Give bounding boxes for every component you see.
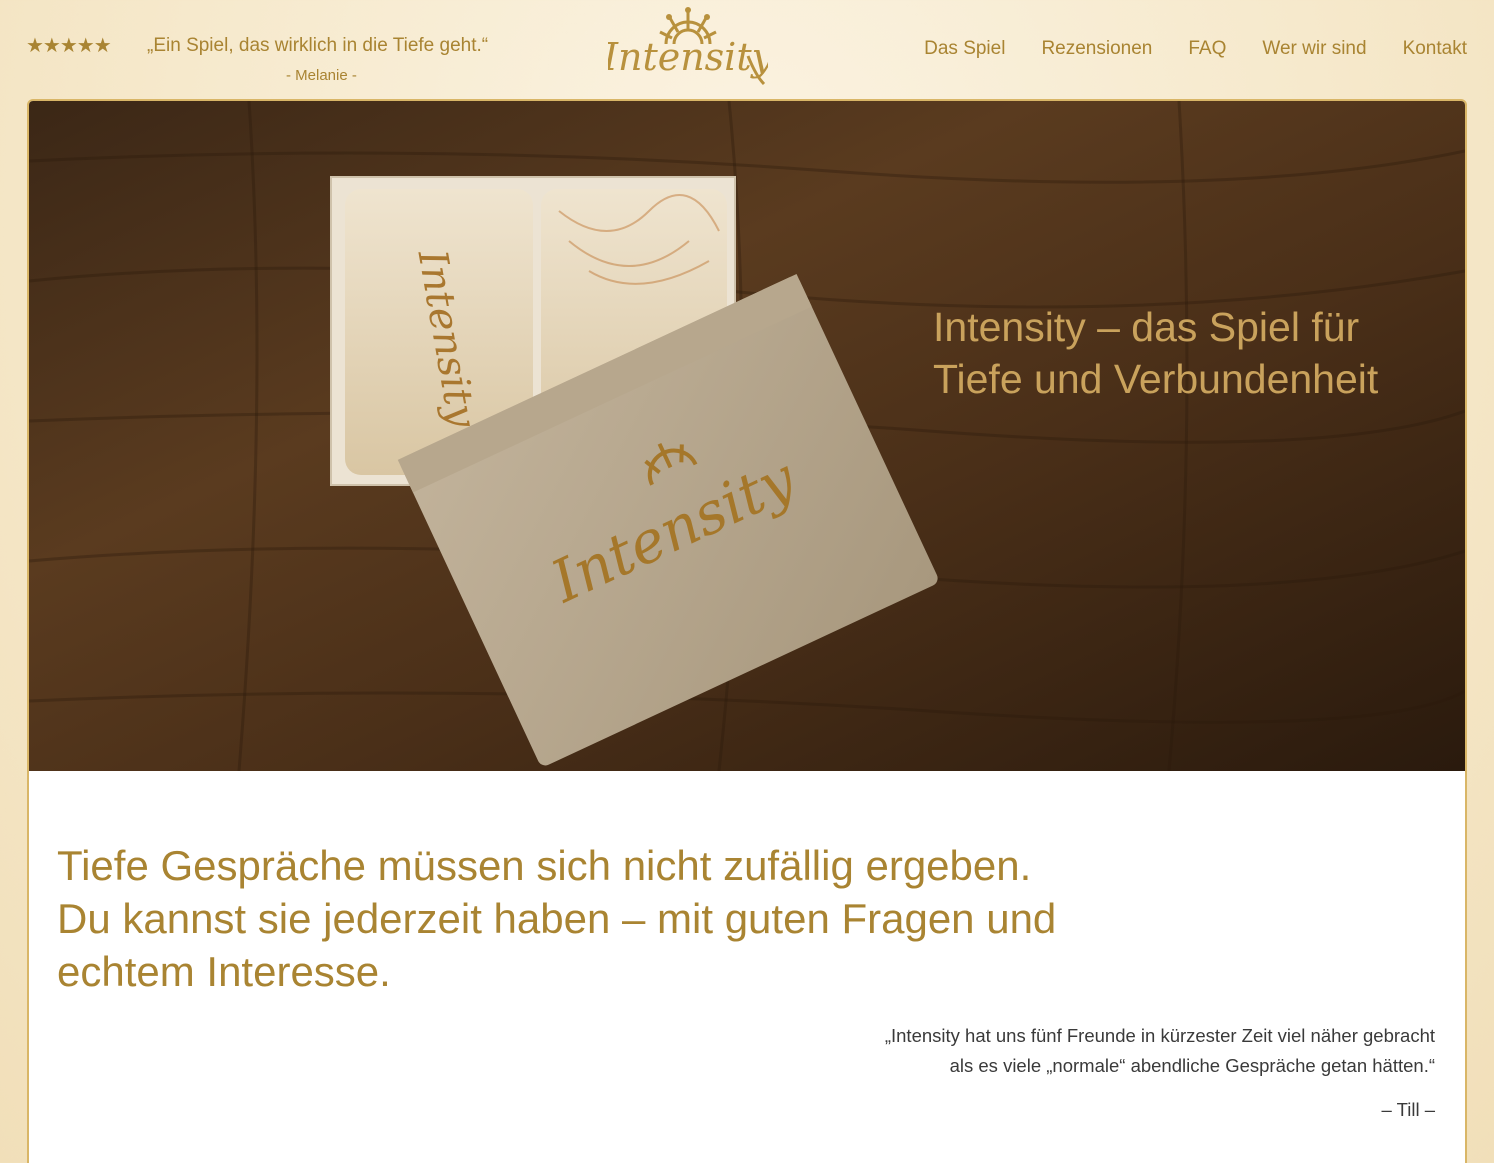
nav-wer-wir-sind[interactable]: Wer wir sind bbox=[1262, 36, 1366, 62]
main-frame: Intensity Intensity Intensity – das Spie… bbox=[27, 99, 1467, 1163]
testimonial-author: – Till – bbox=[1381, 1099, 1435, 1120]
review-quote: „Ein Spiel, das wirklich in die Tiefe ge… bbox=[147, 35, 489, 56]
hero-title: Intensity – das Spiel für Tiefe und Verb… bbox=[933, 304, 1379, 402]
main-nav: Das Spiel Rezensionen FAQ Wer wir sind K… bbox=[888, 36, 1467, 62]
testimonial-quote: „Intensity hat uns fünf Freunde in kürze… bbox=[735, 1021, 1435, 1081]
intro-headline: Tiefe Gespräche müssen sich nicht zufäll… bbox=[57, 839, 1177, 998]
headline-line: Tiefe Gespräche müssen sich nicht zufäll… bbox=[57, 842, 1032, 889]
nav-rezensionen[interactable]: Rezensionen bbox=[1041, 36, 1152, 62]
rating-stars-icon: ★★★★★ bbox=[26, 35, 112, 57]
site-header: ★★★★★ „Ein Spiel, das wirklich in die Ti… bbox=[0, 0, 1494, 100]
intro-section: Tiefe Gespräche müssen sich nicht zufäll… bbox=[29, 771, 1465, 1163]
headline-line: Du kannst sie jederzeit haben – mit gute… bbox=[57, 895, 1057, 942]
headline-line: echtem Interesse. bbox=[57, 948, 391, 995]
review-author: - Melanie - bbox=[286, 67, 357, 84]
nav-das-spiel[interactable]: Das Spiel bbox=[924, 36, 1005, 62]
site-logo[interactable]: Intensity bbox=[602, 6, 774, 90]
logo-text: Intensity bbox=[608, 35, 768, 79]
nav-kontakt[interactable]: Kontakt bbox=[1403, 36, 1467, 62]
hero-image: Intensity Intensity bbox=[29, 101, 1465, 771]
testimonial-line: als es viele „normale“ abendliche Gesprä… bbox=[949, 1055, 1435, 1076]
hero-banner: Intensity Intensity Intensity – das Spie… bbox=[29, 101, 1465, 771]
testimonial-line: „Intensity hat uns fünf Freunde in kürze… bbox=[884, 1025, 1435, 1046]
header-review: ★★★★★ „Ein Spiel, das wirklich in die Ti… bbox=[26, 33, 506, 93]
logo-wheel-icon: Intensity bbox=[602, 7, 774, 86]
nav-faq[interactable]: FAQ bbox=[1188, 36, 1226, 62]
